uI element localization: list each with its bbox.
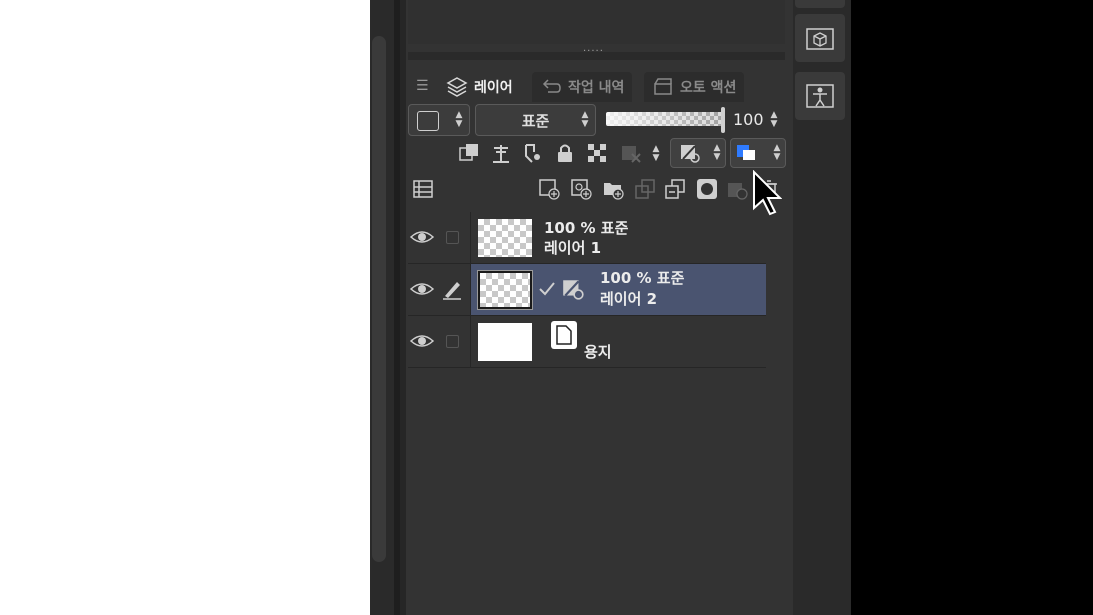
tab-layers[interactable]: 레이어 — [446, 72, 513, 102]
clip-to-below-icon[interactable] — [458, 142, 480, 164]
lock-icon[interactable] — [554, 142, 576, 164]
layer-list-menu-icon[interactable] — [412, 178, 434, 200]
layer-property-row: ▲ ▼ 표준 ▲ ▼ 100 ▲ ▼ — [408, 104, 785, 136]
layer-select-checkbox[interactable] — [446, 231, 459, 244]
auto-action-icon — [654, 78, 672, 95]
new-folder-icon[interactable] — [602, 178, 624, 200]
layer-mode-icon — [681, 145, 700, 163]
layer-row-paper[interactable]: 용지 — [408, 316, 766, 368]
layer-mode-text: 100 % 표준 — [600, 269, 685, 287]
tab-auto-action-label: 오토 액션 — [680, 80, 737, 96]
layer-name: 레이어 2 — [600, 290, 658, 308]
column-divider — [470, 264, 471, 315]
opacity-slider-handle[interactable] — [721, 107, 725, 133]
layer-thumbnail — [477, 270, 533, 310]
layer-type-icon — [563, 280, 584, 300]
column-divider — [470, 212, 471, 263]
panel-menu-icon[interactable]: ☰ — [416, 78, 430, 94]
layer-mode-updown-icon: ▲ ▼ — [713, 143, 721, 162]
drawing-canvas[interactable] — [0, 0, 370, 615]
updown-arrows-icon: ▲ ▼ — [455, 110, 463, 129]
mouse-cursor-icon — [753, 170, 782, 216]
layer-commands-row — [408, 174, 785, 208]
3d-box-icon — [806, 28, 834, 50]
tab-layers-label: 레이어 — [474, 80, 513, 96]
create-mask-icon[interactable] — [696, 178, 718, 200]
canvas-scroll-strip — [370, 0, 400, 615]
opacity-slider[interactable] — [606, 112, 724, 126]
layer-color-select[interactable]: ▲ ▼ — [730, 138, 786, 168]
opacity-stepper-icon[interactable]: ▲ ▼ — [768, 111, 780, 129]
eye-icon[interactable] — [410, 228, 434, 246]
history-icon — [542, 79, 561, 93]
toolbar-button-top[interactable] — [795, 0, 845, 8]
layer-panel: ..... ☰ 레이어 작업 내역 오토 액션 ▲ ▼ 표준 ▲ ▼ 100 ▲… — [400, 0, 793, 615]
layer-color-front-swatch — [743, 150, 755, 160]
layer-mode-text: 100 % 표준 — [544, 219, 629, 237]
reference-layer-icon[interactable] — [490, 142, 512, 164]
layer-thumbnail — [478, 219, 532, 257]
opacity-value[interactable]: 100 — [733, 110, 764, 129]
tab-history-label: 작업 내역 — [568, 80, 625, 96]
draft-layer-icon[interactable] — [522, 142, 544, 164]
vertical-scrollbar[interactable] — [372, 36, 386, 562]
column-divider — [470, 316, 471, 367]
blend-updown-arrows-icon: ▲ ▼ — [581, 110, 589, 129]
layer-name: 레이어 1 — [544, 239, 602, 257]
mask-updown-icon: ▲ ▼ — [652, 144, 660, 163]
layer-options-row: ▲ ▼ ▲ ▼ ▲ ▼ — [408, 138, 786, 168]
layer-select-checkbox[interactable] — [446, 335, 459, 348]
lock-transparency-icon[interactable] — [586, 142, 608, 164]
expression-color-select[interactable]: ▲ ▼ — [408, 104, 470, 136]
transfer-to-below-icon — [634, 178, 656, 200]
blend-mode-select[interactable]: 표준 ▲ ▼ — [475, 104, 596, 136]
3d-figure-icon — [806, 84, 834, 108]
panel-left-border — [400, 0, 406, 615]
layer-row-selected[interactable]: 100 % 표준 레이어 2 — [408, 264, 766, 316]
layer-list: 100 % 표준 레이어 1 100 % 표준 레이어 2 용지 — [408, 210, 766, 615]
new-vector-layer-icon[interactable] — [570, 178, 592, 200]
3d-figure-button[interactable] — [795, 72, 845, 120]
eye-icon[interactable] — [410, 332, 434, 350]
right-toolbar — [793, 0, 851, 615]
paper-thumbnail — [478, 323, 532, 361]
layers-icon — [446, 77, 468, 97]
combine-to-below-icon[interactable] — [664, 178, 686, 200]
3d-object-button[interactable] — [795, 14, 845, 62]
eye-icon[interactable] — [410, 280, 434, 298]
tab-history[interactable]: 작업 내역 — [532, 72, 633, 102]
layer-color-mode-select[interactable]: ▲ ▼ — [670, 138, 726, 168]
resize-grip[interactable]: ..... — [583, 44, 604, 54]
pen-editing-icon — [443, 282, 461, 300]
blend-mode-label: 표준 — [521, 111, 550, 130]
paper-layer-icon — [551, 321, 577, 349]
upper-panel-area — [408, 0, 785, 44]
new-raster-layer-icon[interactable] — [538, 178, 560, 200]
checkmark-icon — [539, 282, 555, 296]
panel-tabs: ☰ 레이어 작업 내역 오토 액션 — [408, 72, 785, 102]
layer-color-updown-icon: ▲ ▼ — [773, 143, 781, 162]
layer-name: 용지 — [584, 343, 612, 361]
layer-row[interactable]: 100 % 표준 레이어 1 — [408, 212, 766, 264]
color-swatch-icon — [417, 111, 439, 131]
mask-disabled-icon — [620, 142, 642, 164]
tab-auto-action[interactable]: 오토 액션 — [644, 72, 745, 102]
apply-mask-icon — [726, 178, 748, 200]
